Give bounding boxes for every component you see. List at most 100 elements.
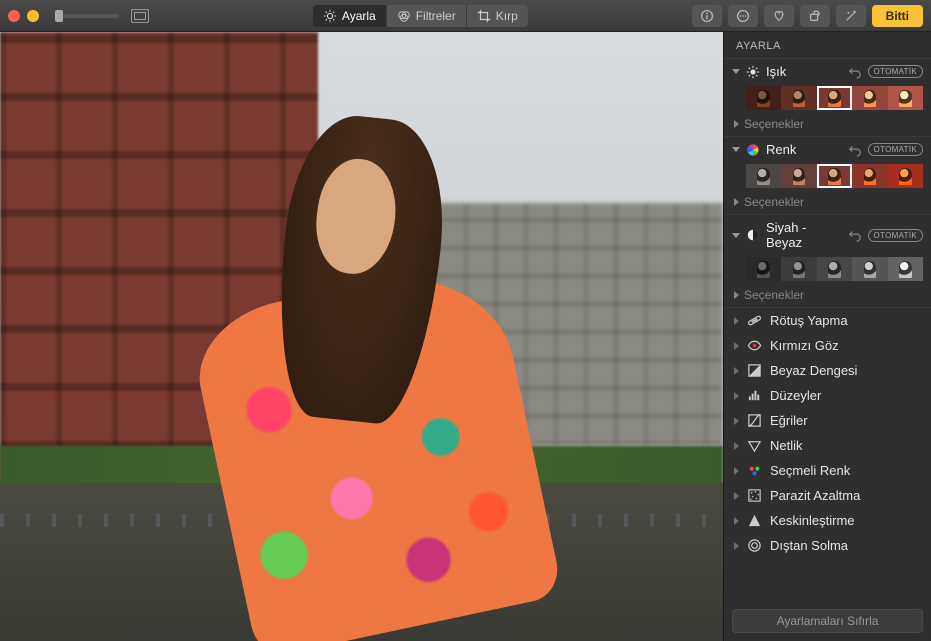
chevron-right-icon — [734, 517, 739, 525]
tool-retouch[interactable]: Rötuş Yapma — [724, 308, 931, 333]
section-light-header[interactable]: Işık OTOMATİK — [724, 59, 931, 84]
bw-options-toggle[interactable]: Seçenekler — [724, 285, 931, 307]
bw-thumb[interactable] — [888, 257, 923, 281]
bw-thumb[interactable] — [781, 257, 816, 281]
tool-label: Kırmızı Göz — [770, 338, 839, 353]
tool-label: Seçmeli Renk — [770, 463, 850, 478]
section-light: Işık OTOMATİK Seçenekler — [724, 59, 931, 137]
tool-noise-reduction[interactable]: Parazit Azaltma — [724, 483, 931, 508]
rotate-button[interactable] — [800, 5, 830, 27]
magic-wand-icon — [844, 9, 858, 23]
tool-sharpen[interactable]: Keskinleştirme — [724, 508, 931, 533]
definition-icon — [747, 438, 762, 453]
color-thumb[interactable] — [781, 164, 816, 188]
tool-whitebalance[interactable]: Beyaz Dengesi — [724, 358, 931, 383]
tool-label: Rötuş Yapma — [770, 313, 848, 328]
chevron-right-icon — [734, 291, 739, 299]
color-thumb[interactable] — [888, 164, 923, 188]
section-bw-title: Siyah - Beyaz — [766, 220, 842, 250]
tool-label: Netlik — [770, 438, 803, 453]
zoom-slider[interactable] — [57, 14, 119, 18]
bw-thumbnail-slider[interactable] — [724, 255, 931, 285]
chevron-right-icon — [734, 342, 739, 350]
auto-button-color[interactable]: OTOMATİK — [868, 143, 923, 156]
undo-icon[interactable] — [848, 228, 862, 242]
tab-crop-label: Kırp — [496, 9, 518, 23]
light-options-toggle[interactable]: Seçenekler — [724, 114, 931, 136]
tool-definition[interactable]: Netlik — [724, 433, 931, 458]
rotate-icon — [808, 9, 822, 23]
section-color-title: Renk — [766, 142, 842, 157]
ellipsis-icon — [736, 9, 750, 23]
tool-vignette[interactable]: Dıştan Solma — [724, 533, 931, 558]
selective-color-icon — [747, 463, 762, 478]
light-thumb[interactable] — [746, 86, 781, 110]
light-icon — [746, 65, 760, 79]
options-label: Seçenekler — [744, 288, 804, 302]
photo-canvas[interactable] — [0, 32, 723, 641]
edit-mode-tabs: Ayarla Filtreler Kırp — [313, 5, 528, 27]
zoom-to-fit-button[interactable] — [131, 9, 149, 23]
undo-icon[interactable] — [848, 65, 862, 79]
light-thumb[interactable] — [852, 86, 887, 110]
levels-icon — [747, 388, 762, 403]
tool-label: Düzeyler — [770, 388, 821, 403]
tab-adjust-label: Ayarla — [342, 9, 376, 23]
auto-enhance-button[interactable] — [836, 5, 866, 27]
sharpen-icon — [747, 513, 762, 528]
chevron-right-icon — [734, 542, 739, 550]
more-button[interactable] — [728, 5, 758, 27]
auto-button-light[interactable]: OTOMATİK — [868, 65, 923, 78]
minimize-window-button[interactable] — [27, 10, 39, 22]
tool-selective-color[interactable]: Seçmeli Renk — [724, 458, 931, 483]
tab-filters-label: Filtreler — [416, 9, 456, 23]
light-thumb[interactable] — [781, 86, 816, 110]
section-bw-header[interactable]: Siyah - Beyaz OTOMATİK — [724, 215, 931, 255]
tool-curves[interactable]: Eğriler — [724, 408, 931, 433]
adjust-sidebar: AYARLA Işık OTOMATİK — [723, 32, 931, 641]
chevron-right-icon — [734, 367, 739, 375]
options-label: Seçenekler — [744, 117, 804, 131]
tool-levels[interactable]: Düzeyler — [724, 383, 931, 408]
favorite-button[interactable] — [764, 5, 794, 27]
chevron-right-icon — [734, 198, 739, 206]
color-thumbnail-slider[interactable] — [724, 162, 931, 192]
reset-adjustments-button[interactable]: Ayarlamaları Sıfırla — [732, 609, 923, 633]
close-window-button[interactable] — [8, 10, 20, 22]
bw-thumb[interactable] — [746, 257, 781, 281]
color-thumb[interactable] — [817, 164, 852, 188]
chevron-right-icon — [734, 317, 739, 325]
window-controls — [8, 10, 39, 22]
tool-redeye[interactable]: Kırmızı Göz — [724, 333, 931, 358]
tool-label: Parazit Azaltma — [770, 488, 860, 503]
color-thumb[interactable] — [852, 164, 887, 188]
tab-filters[interactable]: Filtreler — [386, 5, 466, 27]
tool-label: Eğriler — [770, 413, 808, 428]
info-icon — [700, 9, 714, 23]
tool-label: Keskinleştirme — [770, 513, 855, 528]
tab-crop[interactable]: Kırp — [466, 5, 528, 27]
color-options-toggle[interactable]: Seçenekler — [724, 192, 931, 214]
info-button[interactable] — [692, 5, 722, 27]
section-color-header[interactable]: Renk OTOMATİK — [724, 137, 931, 162]
light-thumbnail-slider[interactable] — [724, 84, 931, 114]
chevron-right-icon — [734, 492, 739, 500]
wb-icon — [747, 363, 762, 378]
bw-thumb[interactable] — [817, 257, 852, 281]
adjust-dial-icon — [323, 9, 337, 23]
bw-thumb[interactable] — [852, 257, 887, 281]
chevron-right-icon — [734, 120, 739, 128]
tab-adjust[interactable]: Ayarla — [313, 5, 386, 27]
color-thumb[interactable] — [746, 164, 781, 188]
chevron-right-icon — [734, 467, 739, 475]
light-thumb[interactable] — [888, 86, 923, 110]
auto-button-bw[interactable]: OTOMATİK — [868, 229, 923, 242]
light-thumb[interactable] — [817, 86, 852, 110]
section-bw: Siyah - Beyaz OTOMATİK Seçenekler — [724, 215, 931, 308]
heart-icon — [772, 9, 786, 23]
undo-icon[interactable] — [848, 143, 862, 157]
chevron-down-icon — [732, 233, 740, 238]
done-button[interactable]: Bitti — [872, 5, 923, 27]
section-color: Renk OTOMATİK Seçenekler — [724, 137, 931, 215]
section-light-title: Işık — [766, 64, 842, 79]
